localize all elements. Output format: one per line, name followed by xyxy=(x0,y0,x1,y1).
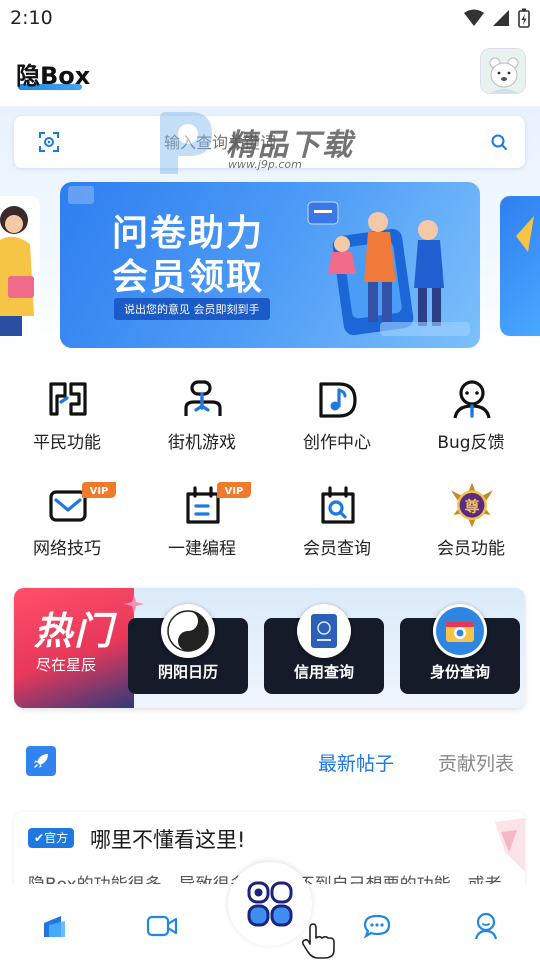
tab-contribution-list[interactable]: 贡献列表 xyxy=(438,749,514,776)
banner-prev-slide[interactable] xyxy=(0,196,40,336)
search-input[interactable] xyxy=(164,126,464,158)
banner-next-slide[interactable] xyxy=(500,196,540,336)
search-icon xyxy=(491,134,507,150)
search-calendar-icon xyxy=(321,486,355,524)
status-icons xyxy=(464,8,530,28)
vip-badge-icon: VIP xyxy=(82,482,116,498)
crown-badge-icon: 尊 xyxy=(450,482,494,528)
scan-button[interactable] xyxy=(36,129,62,155)
yin-yang-icon xyxy=(161,604,215,658)
svg-text:VIP: VIP xyxy=(225,486,244,497)
posts-header: 最新帖子 贡献列表 xyxy=(0,740,540,784)
hot-title: 热门 xyxy=(34,609,115,653)
feature-label: 创作中心 xyxy=(303,433,371,453)
vip-badge-icon: VIP xyxy=(217,482,251,498)
feature-label: 会员查询 xyxy=(303,539,371,559)
feature-item[interactable]: 街机游戏 xyxy=(137,370,267,462)
feature-item[interactable]: 平民功能 xyxy=(2,370,132,462)
official-badge-label: 官方 xyxy=(44,831,69,845)
hot-subtitle: 尽在星辰 xyxy=(36,656,97,674)
feature-label: 会员功能 xyxy=(437,539,505,559)
hot-tile-label: 身份查询 xyxy=(429,663,490,681)
svg-text:VIP: VIP xyxy=(90,486,109,497)
post-decoration-icon xyxy=(495,818,525,872)
banner-subtitle: 说出您的意见 会员即刻到手 xyxy=(114,298,270,320)
hot-tile-label: 阴阳日历 xyxy=(157,663,218,681)
app-header: 隐Box xyxy=(0,42,540,102)
chat-icon xyxy=(363,914,391,939)
nav-video[interactable] xyxy=(142,906,182,946)
hot-header: 热门 尽在星辰 xyxy=(14,588,144,708)
feature-label: 网络技巧 xyxy=(33,539,101,559)
feature-item[interactable]: 会员查询 xyxy=(272,476,402,568)
rocket-button[interactable] xyxy=(26,746,56,776)
feature-item[interactable]: Bug反馈 xyxy=(406,370,536,462)
feature-item[interactable]: VIP 网络技巧 xyxy=(2,476,132,568)
promo-banner[interactable]: 问卷助力 会员领取 说出您的意见 会员即刻到手 xyxy=(60,182,480,348)
video-icon xyxy=(146,915,178,937)
signal-icon xyxy=(493,10,509,26)
music-note-icon xyxy=(319,382,357,418)
rocket-icon xyxy=(34,754,48,768)
tab-latest-posts[interactable]: 最新帖子 xyxy=(318,749,394,776)
feature-item[interactable]: 创作中心 xyxy=(272,370,402,462)
hand-cursor-icon xyxy=(301,923,335,959)
feature-label: 平民功能 xyxy=(33,433,101,453)
scan-icon xyxy=(39,132,59,152)
grid-icon xyxy=(49,382,87,416)
feature-label: Bug反馈 xyxy=(437,433,505,453)
post-title: 哪里不懂看这里! xyxy=(90,828,246,852)
battery-icon xyxy=(518,8,530,28)
feature-label: 一建编程 xyxy=(168,539,236,559)
wifi-icon xyxy=(464,9,484,26)
nav-chat[interactable] xyxy=(357,906,397,946)
next-banner-decoration-icon xyxy=(516,216,534,252)
feature-item[interactable]: VIP 一建编程 xyxy=(137,476,267,568)
verified-check-icon: ✔ xyxy=(34,831,45,845)
feature-item[interactable]: 尊 会员功能 xyxy=(406,476,536,568)
search-bar xyxy=(14,116,525,168)
home-icon xyxy=(44,916,65,937)
feature-label: 街机游戏 xyxy=(168,433,236,453)
gamepad-icon xyxy=(184,380,222,416)
nav-profile[interactable] xyxy=(466,906,506,946)
woman-illustration-icon xyxy=(0,196,40,336)
svg-text:尊: 尊 xyxy=(465,497,480,515)
nav-home[interactable] xyxy=(34,906,74,946)
apps-icon xyxy=(247,881,293,927)
sparkle-icon xyxy=(124,594,144,614)
avatar[interactable] xyxy=(480,48,526,94)
app-logo: 隐Box xyxy=(16,62,91,90)
status-time: 2:10 xyxy=(10,7,53,29)
person-feedback-icon xyxy=(453,380,491,419)
search-button[interactable] xyxy=(485,128,513,156)
profile-icon xyxy=(474,912,498,940)
camera-icon xyxy=(433,604,487,658)
bear-avatar-icon xyxy=(481,49,525,93)
official-badge: ✔官方 xyxy=(28,828,75,848)
hot-tile-label: 信用查询 xyxy=(293,663,354,681)
status-bar: 2:10 xyxy=(0,0,540,36)
banner-title-line2: 会员领取 xyxy=(112,257,265,298)
passport-icon xyxy=(297,604,351,658)
hot-card: 热门 尽在星辰 阴阳日历 信用查询 身份查询 xyxy=(14,588,525,708)
